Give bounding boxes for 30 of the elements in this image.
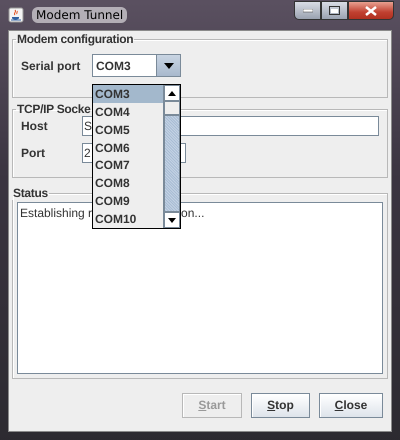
dropdown-option[interactable]: COM10 (93, 210, 163, 228)
field-label: Port (21, 146, 46, 160)
dialog-button[interactable]: Stop (251, 392, 310, 418)
status-text: Establishing r (20, 206, 92, 220)
dropdown-option[interactable]: COM3 (93, 85, 163, 103)
maximize-icon (329, 6, 340, 15)
group-title: TCP/IP Socke (16, 102, 92, 116)
dialog-button[interactable]: Close (319, 392, 383, 418)
scroll-up-icon (168, 90, 176, 96)
field-label: Host (21, 119, 49, 133)
field-label: Serial port (21, 58, 82, 72)
dropdown-option[interactable]: COM5 (93, 120, 163, 139)
minimize-button[interactable] (294, 1, 321, 20)
status-text: on... (181, 206, 204, 220)
group-title: Modem configuration (16, 32, 134, 46)
serial-port-dropdown[interactable]: COM3 (92, 54, 181, 77)
scroll-thumb[interactable] (164, 101, 180, 115)
close-button[interactable] (348, 1, 394, 20)
dropdown-option[interactable]: COM6 (93, 138, 163, 156)
window-title: Modem Tunnel (32, 7, 128, 23)
scrollbar[interactable] (163, 85, 180, 228)
group-title: Status (12, 186, 49, 200)
dropdown-option[interactable]: COM7 (93, 156, 163, 174)
dropdown-option[interactable]: COM8 (93, 174, 163, 192)
caret-icon (164, 62, 174, 68)
scroll-down-icon (168, 218, 176, 222)
java-cup-icon (8, 7, 24, 23)
minimize-icon (302, 8, 312, 12)
close-icon (365, 6, 377, 16)
maximize-button[interactable] (321, 1, 348, 20)
